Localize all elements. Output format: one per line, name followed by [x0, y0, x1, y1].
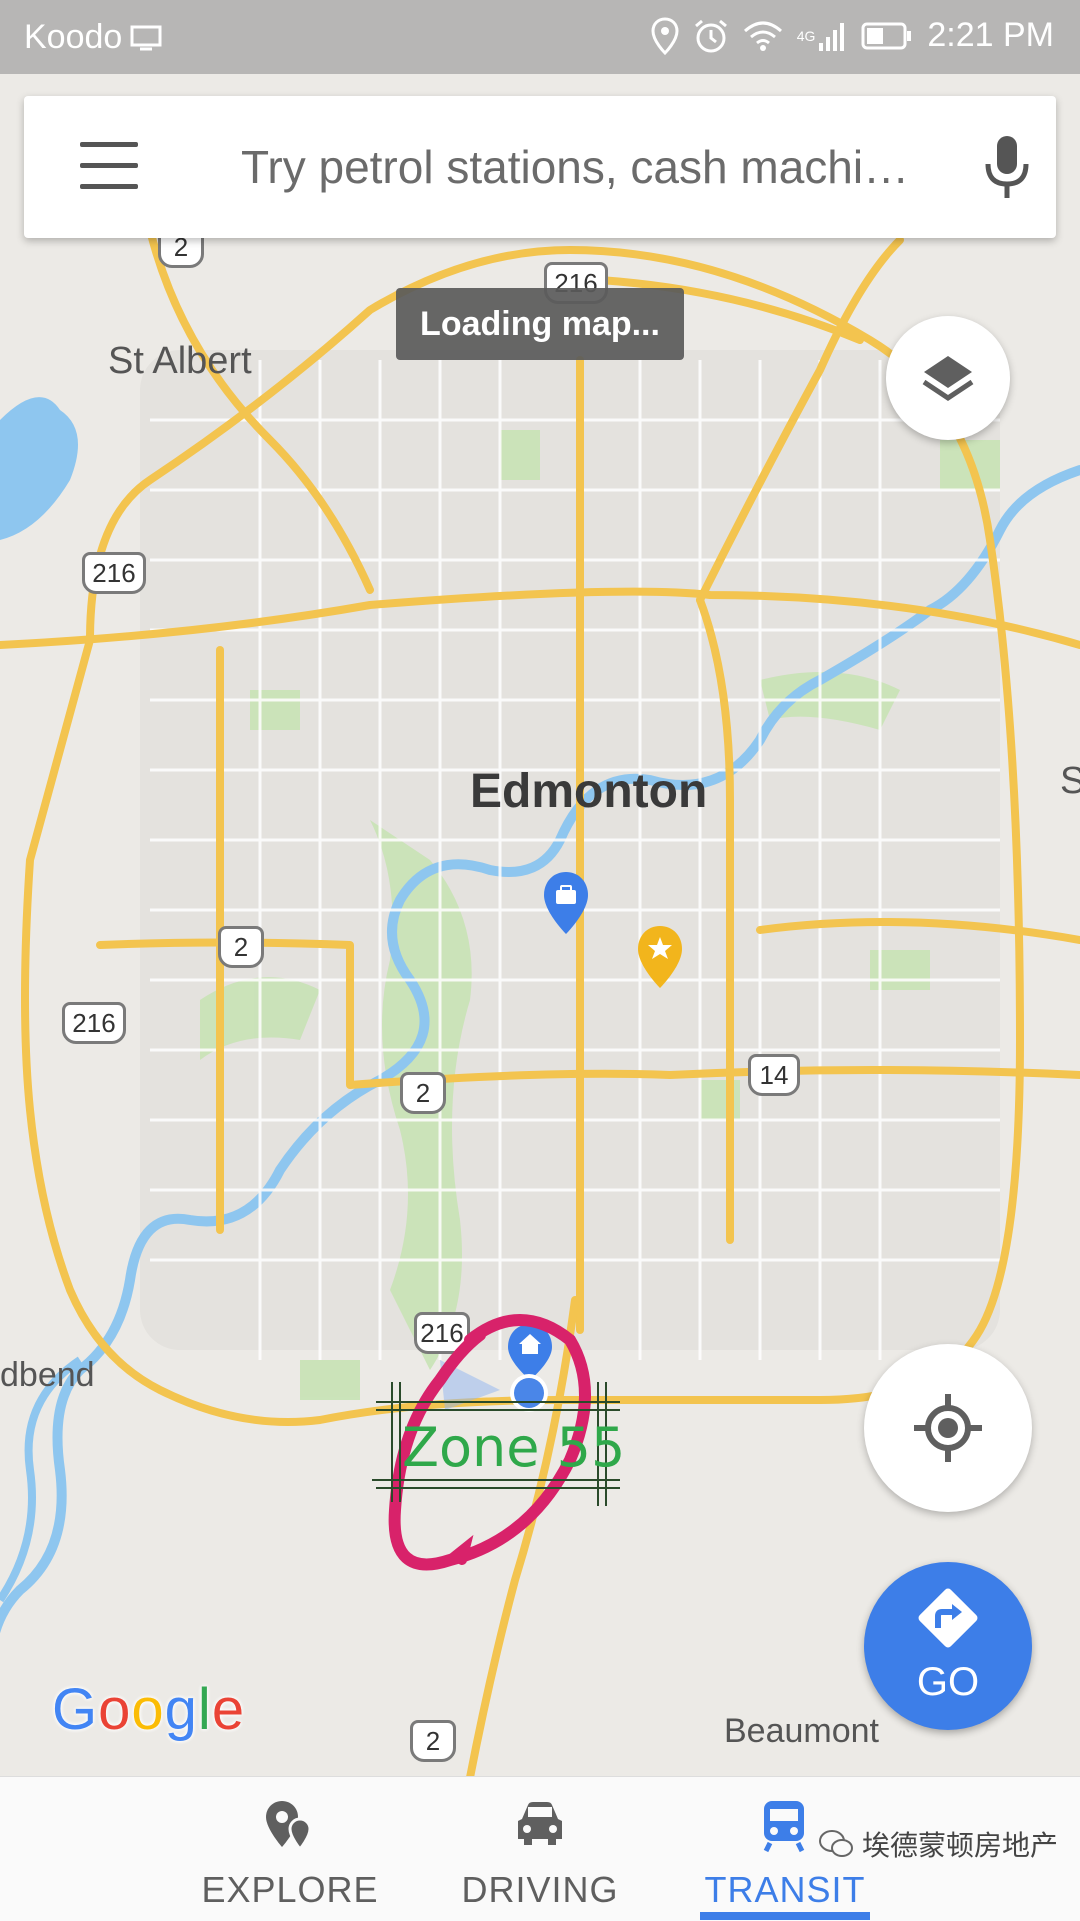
screen-icon — [130, 25, 162, 50]
alarm-icon — [694, 19, 727, 52]
train-icon — [763, 1801, 805, 1853]
highway-shield-216: 216 — [62, 1002, 126, 1044]
work-pin-icon[interactable] — [542, 870, 590, 936]
map-label-edge: S — [1060, 760, 1080, 802]
map-label-beaumont: Beaumont — [724, 1712, 879, 1750]
wifi-icon — [743, 21, 782, 51]
menu-icon[interactable] — [80, 142, 138, 190]
watermark-text: 埃德蒙顿房地产 — [862, 1830, 1059, 1861]
carrier-name: Koodo — [24, 18, 123, 56]
my-location-icon — [914, 1394, 982, 1462]
loading-map-toast: Loading map... — [396, 288, 684, 360]
microphone-icon[interactable] — [982, 134, 1032, 200]
location-icon — [651, 16, 679, 55]
search-input[interactable] — [239, 134, 963, 200]
highway-shield-2: 2 — [218, 926, 264, 968]
go-label: GO — [916, 1660, 980, 1704]
highway-shield-2: 2 — [400, 1072, 446, 1114]
status-time: 2:21 PM — [927, 16, 1054, 54]
highway-shield-14: 14 — [748, 1054, 800, 1096]
highway-shield-2: 2 — [410, 1720, 456, 1762]
network-type-badge: 4G — [796, 27, 816, 44]
zone-annotation-label: Zone 55 — [402, 1416, 626, 1479]
starred-place-pin-icon[interactable] — [636, 924, 684, 990]
tab-driving-label: DRIVING — [461, 1869, 619, 1910]
go-directions-button[interactable]: GO — [864, 1562, 1032, 1730]
battery-icon — [861, 22, 912, 49]
google-attribution-logo: Google — [52, 1677, 246, 1742]
tab-explore[interactable]: EXPLORE — [190, 1777, 390, 1921]
tab-explore-label: EXPLORE — [201, 1869, 379, 1910]
tab-driving[interactable]: DRIVING — [440, 1777, 640, 1921]
explore-pin-icon — [266, 1801, 312, 1852]
highway-shield-216: 216 — [82, 552, 146, 594]
car-icon — [518, 1802, 562, 1845]
signal-icon — [819, 22, 845, 51]
watermark: 埃德蒙顿房地产 — [818, 1824, 1058, 1864]
selected-tab-indicator — [700, 1912, 870, 1920]
map-label-dbend: dbend — [0, 1356, 95, 1394]
wechat-icon — [819, 1830, 853, 1857]
directions-icon — [918, 1588, 978, 1648]
layers-button[interactable] — [886, 316, 1010, 440]
tab-transit-label: TRANSIT — [704, 1869, 866, 1910]
status-bar: Koodo 4G 2:21 PM — [0, 0, 1080, 74]
search-bar[interactable] — [24, 96, 1056, 238]
my-location-button[interactable] — [864, 1344, 1032, 1512]
layers-icon — [922, 356, 974, 402]
map-label-st-albert: St Albert — [108, 340, 252, 382]
map-label-edmonton: Edmonton — [470, 765, 708, 818]
